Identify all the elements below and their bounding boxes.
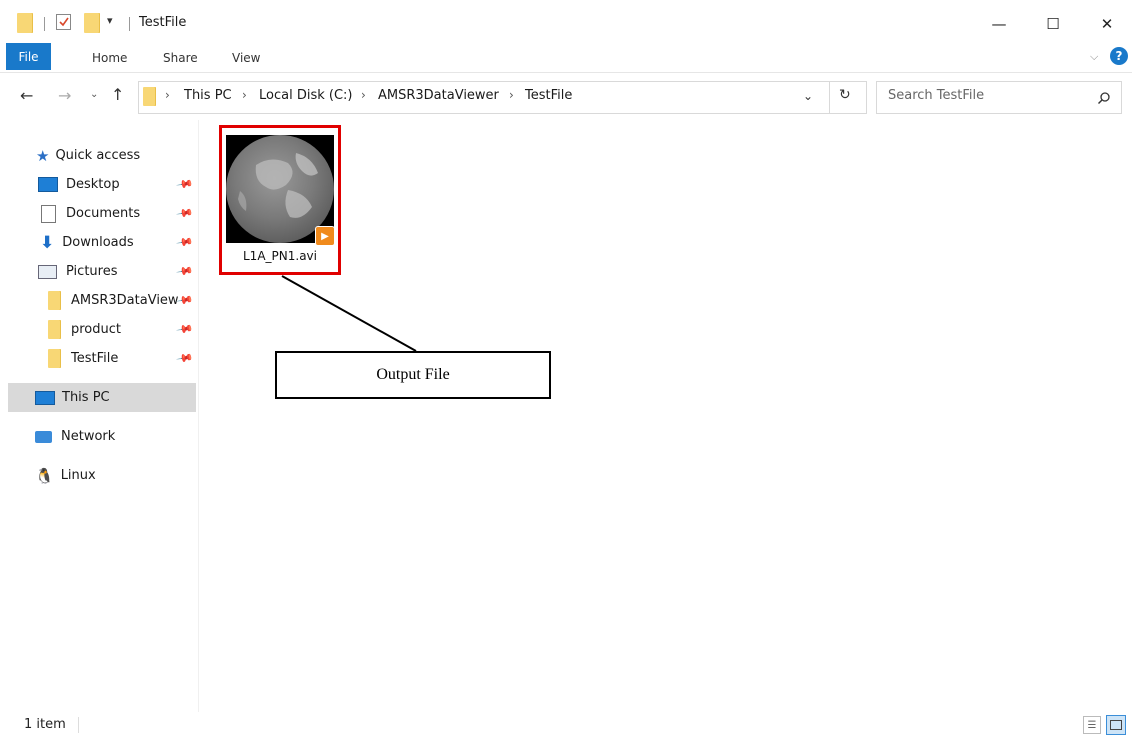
expand-ribbon-icon[interactable]: ⌵ (1090, 50, 1098, 64)
download-arrow-icon: ⬇ (40, 232, 55, 253)
title-bar: ▾ TestFile — ☐ ✕ (0, 0, 1132, 42)
pane-divider (198, 120, 199, 712)
folder-icon (48, 320, 61, 339)
pin-icon[interactable]: 📌 (176, 320, 195, 339)
window-title: TestFile (139, 15, 187, 30)
pin-icon[interactable]: 📌 (176, 262, 195, 281)
status-bar: 1 item ☰ (0, 712, 1132, 738)
breadcrumb-testfile[interactable]: TestFile (525, 88, 572, 103)
customize-toolbar-icon[interactable]: ▾ (107, 14, 113, 27)
sidebar-item-amsr3dataviewer[interactable]: AMSR3DataView 📌 (38, 286, 196, 315)
large-icons-view-icon[interactable] (1106, 715, 1126, 735)
sidebar-item-network[interactable]: Network (35, 422, 195, 451)
recent-locations-icon[interactable]: ⌄ (90, 89, 98, 100)
pin-icon[interactable]: 📌 (176, 349, 195, 368)
divider (78, 717, 79, 733)
breadcrumb-separator[interactable]: › (165, 88, 170, 102)
divider (44, 17, 45, 31)
up-arrow-icon[interactable]: ↑ (111, 85, 124, 104)
media-play-icon: ▶ (315, 226, 335, 246)
divider (129, 17, 130, 31)
breadcrumb-this-pc[interactable]: This PC (184, 88, 232, 103)
details-view-icon[interactable]: ☰ (1083, 716, 1101, 734)
sidebar-item-pictures[interactable]: Pictures 📌 (38, 257, 196, 286)
search-icon[interactable] (1097, 91, 1111, 105)
penguin-icon: 🐧 (35, 466, 54, 485)
maximize-button[interactable]: ☐ (1030, 7, 1076, 41)
sidebar-item-product[interactable]: product 📌 (38, 315, 196, 344)
folder-icon (143, 87, 156, 106)
callout-label: Output File (376, 366, 450, 383)
folder-icon (48, 291, 61, 310)
help-icon[interactable]: ? (1110, 47, 1128, 65)
tab-view[interactable]: View (232, 48, 260, 68)
star-icon: ★ (36, 146, 50, 165)
item-count: 1 item (24, 717, 66, 732)
sidebar-item-desktop[interactable]: Desktop 📌 (38, 170, 196, 199)
sidebar-item-testfile[interactable]: TestFile 📌 (38, 344, 196, 373)
breadcrumb-separator[interactable]: › (242, 88, 247, 102)
network-icon (35, 430, 52, 443)
tab-share[interactable]: Share (163, 48, 198, 68)
pictures-icon (38, 264, 57, 279)
new-folder-icon[interactable] (84, 13, 100, 33)
tab-home[interactable]: Home (92, 48, 127, 68)
divider (829, 82, 830, 113)
forward-arrow-icon[interactable]: → (58, 86, 71, 105)
search-input[interactable]: Search TestFile (888, 88, 984, 103)
close-button[interactable]: ✕ (1084, 7, 1130, 41)
pin-icon[interactable]: 📌 (176, 233, 195, 252)
computer-icon (35, 390, 55, 405)
back-arrow-icon[interactable]: ← (20, 86, 33, 105)
search-box[interactable]: Search TestFile (876, 81, 1122, 114)
breadcrumb-amsr3dataviewer[interactable]: AMSR3DataViewer (378, 88, 499, 103)
address-dropdown-icon[interactable]: ⌄ (803, 89, 813, 103)
minimize-button[interactable]: — (976, 7, 1022, 41)
sidebar-item-downloads[interactable]: ⬇ Downloads 📌 (38, 228, 196, 257)
breadcrumb-local-disk[interactable]: Local Disk (C:) (259, 88, 352, 103)
sidebar-item-linux[interactable]: 🐧 Linux (35, 461, 195, 490)
breadcrumb-separator[interactable]: › (509, 88, 514, 102)
desktop-icon (38, 177, 58, 192)
address-bar[interactable]: › This PC › Local Disk (C:) › AMSR3DataV… (138, 81, 867, 114)
sidebar-item-this-pc[interactable]: This PC (8, 383, 196, 412)
tab-file[interactable]: File (6, 43, 51, 70)
refresh-icon[interactable]: ↻ (839, 87, 851, 103)
sidebar-item-quick-access[interactable]: ★ Quick access (36, 141, 196, 170)
callout-box: Output File (275, 351, 551, 399)
folder-icon (17, 13, 33, 33)
properties-icon[interactable] (56, 14, 71, 30)
pin-icon[interactable]: 📌 (176, 204, 195, 223)
pin-icon[interactable]: 📌 (176, 175, 195, 194)
folder-icon (48, 349, 61, 368)
callout-leader-line (281, 275, 417, 352)
file-name[interactable]: L1A_PN1.avi (219, 249, 341, 263)
breadcrumb-separator[interactable]: › (361, 88, 366, 102)
documents-icon (41, 204, 56, 223)
sidebar-item-documents[interactable]: Documents 📌 (38, 199, 196, 228)
